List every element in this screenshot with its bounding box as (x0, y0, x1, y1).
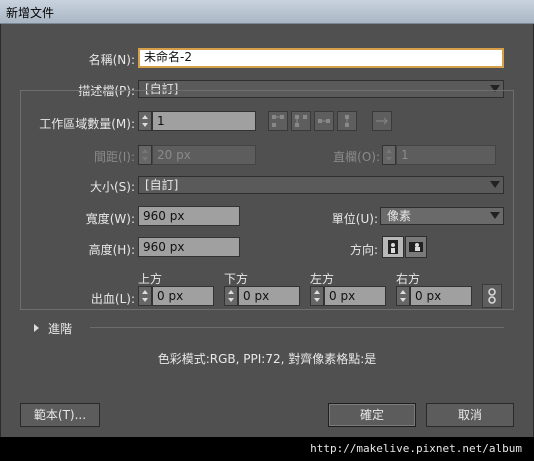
window-title: 新增文件 (6, 6, 55, 20)
orientation-label: 方向: (349, 243, 378, 257)
portrait-orientation-icon (388, 240, 398, 254)
increment-icon (142, 115, 148, 119)
width-label: 寬度(W): (85, 212, 135, 226)
height-input[interactable]: 960 px (138, 237, 240, 257)
document-summary: 色彩模式:RGB, PPI:72, 對齊像素格點:是 (157, 352, 377, 366)
size-dropdown[interactable]: [自訂] (138, 176, 504, 194)
name-label: 名稱(N): (88, 53, 135, 67)
cancel-button[interactable]: 取消 (426, 403, 514, 427)
chevron-down-icon (490, 212, 500, 219)
increment-icon (314, 290, 320, 294)
increment-icon (142, 290, 148, 294)
arrange-by-column-button[interactable] (337, 111, 357, 131)
decrement-icon (142, 157, 148, 161)
bleed-left-stepper[interactable] (310, 286, 324, 306)
watermark-url: http://makelive.pixnet.net/album (0, 437, 534, 461)
height-label: 高度(H): (88, 243, 135, 257)
arrange-by-row-icon (318, 119, 330, 123)
decrement-icon (386, 157, 392, 161)
bleed-right-stepper[interactable] (396, 286, 410, 306)
columns-label: 直欄(O): (333, 150, 380, 164)
bleed-left-input[interactable]: 0 px (324, 286, 386, 306)
increment-icon (228, 290, 234, 294)
decrement-icon (142, 123, 148, 127)
units-dropdown[interactable]: 像素 (380, 207, 504, 225)
arrange-by-row-button[interactable] (314, 111, 334, 131)
document-name-input[interactable]: 未命名-2 (138, 48, 504, 68)
arrange-grid-by-row-button[interactable] (268, 111, 288, 131)
decrement-icon (400, 298, 406, 302)
right-to-left-layout-button[interactable] (372, 111, 392, 131)
arrange-grid-by-column-button[interactable] (291, 111, 311, 131)
title-bar[interactable]: 新增文件 (0, 0, 534, 24)
advanced-label[interactable]: 進階 (48, 320, 72, 337)
bleed-right-label: 右方 (396, 272, 421, 286)
width-input[interactable]: 960 px (138, 206, 240, 226)
arrange-by-column-icon (345, 115, 349, 127)
bleed-top-stepper[interactable] (138, 286, 152, 306)
bleed-top-input[interactable]: 0 px (152, 286, 214, 306)
decrement-icon (314, 298, 320, 302)
bleed-top-label: 上方 (138, 272, 163, 286)
decrement-icon (142, 298, 148, 302)
bleed-left-label: 左方 (310, 272, 335, 286)
arrange-grid-by-column-icon (295, 115, 307, 127)
increment-icon (400, 290, 406, 294)
size-value: [自訂] (145, 178, 179, 192)
increment-icon (142, 149, 148, 153)
units-value: 像素 (387, 209, 412, 223)
link-bleed-icon (488, 288, 496, 304)
artboards-stepper[interactable] (138, 111, 152, 131)
landscape-orientation-button[interactable] (405, 236, 427, 258)
columns-stepper[interactable] (382, 145, 396, 165)
link-bleed-button[interactable] (482, 284, 502, 308)
portrait-orientation-button[interactable] (382, 236, 404, 258)
right-to-left-layout-icon (376, 117, 388, 125)
arrange-grid-by-row-icon (272, 115, 284, 127)
spacing-stepper[interactable] (138, 145, 152, 165)
bleed-bottom-label: 下方 (224, 272, 249, 286)
ok-button[interactable]: 確定 (328, 403, 416, 427)
bleed-right-input[interactable]: 0 px (410, 286, 472, 306)
artboards-label: 工作區域數量(M): (39, 117, 135, 131)
advanced-divider (90, 327, 504, 328)
chevron-down-icon (490, 181, 500, 188)
bleed-bottom-stepper[interactable] (224, 286, 238, 306)
decrement-icon (228, 298, 234, 302)
landscape-orientation-icon (409, 242, 423, 252)
templates-button[interactable]: 範本(T)... (20, 403, 100, 427)
expand-triangle-icon[interactable] (34, 324, 39, 332)
bleed-bottom-input[interactable]: 0 px (238, 286, 300, 306)
bleed-label: 出血(L): (90, 292, 135, 306)
columns-input[interactable]: 1 (396, 145, 496, 165)
spacing-label: 間距(I): (94, 150, 135, 164)
size-label: 大小(S): (89, 180, 135, 194)
units-label: 單位(U): (331, 212, 378, 226)
spacing-input[interactable]: 20 px (152, 145, 256, 165)
increment-icon (386, 149, 392, 153)
artboards-input[interactable]: 1 (152, 111, 256, 131)
